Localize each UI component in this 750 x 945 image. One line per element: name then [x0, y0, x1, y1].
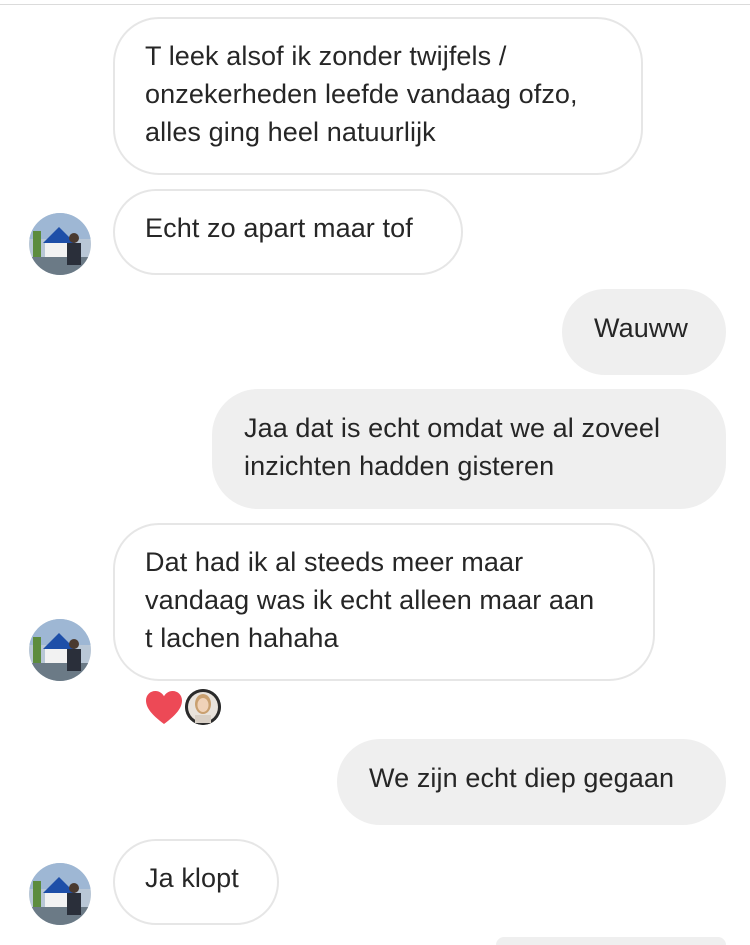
message-text-line: Ja klopt [145, 863, 239, 893]
contact-avatar[interactable] [29, 213, 91, 275]
outgoing-message-bubble-partial[interactable] [496, 937, 726, 945]
contact-photo-icon [29, 619, 91, 681]
message-text-line: Echt zo apart maar tof [145, 213, 413, 243]
message-text-line: vandaag was ik echt alleen maar aan [145, 585, 595, 615]
heart-reaction-icon [146, 691, 182, 724]
incoming-message-bubble[interactable]: T leek alsof ik zonder twijfels / onzeke… [113, 17, 643, 175]
reactor-photo-icon [185, 689, 221, 725]
top-divider [0, 4, 750, 5]
message-text-line: inzichten hadden gisteren [244, 451, 555, 481]
contact-avatar[interactable] [29, 863, 91, 925]
outgoing-message-bubble[interactable]: We zijn echt diep gegaan [337, 739, 726, 825]
message-text-line: We zijn echt diep gegaan [369, 763, 675, 793]
incoming-message-bubble[interactable]: Echt zo apart maar tof [113, 189, 463, 275]
contact-photo-icon [29, 213, 91, 275]
message-text-line: t lachen hahaha [145, 623, 339, 653]
message-text-line: alles ging heel natuurlijk [145, 117, 436, 147]
reactor-avatar[interactable] [185, 689, 221, 725]
message-text-line: Dat had ik al steeds meer maar [145, 547, 524, 577]
incoming-message-bubble[interactable]: Dat had ik al steeds meer maar vandaag w… [113, 523, 655, 681]
incoming-message-bubble[interactable]: Ja klopt [113, 839, 279, 925]
message-text-line: Jaa dat is echt omdat we al zoveel [244, 413, 661, 443]
outgoing-message-bubble[interactable]: Jaa dat is echt omdat we al zoveel inzic… [212, 389, 726, 509]
message-text-line: Wauww [594, 313, 689, 343]
message-text-line: T leek alsof ik zonder twijfels / [145, 41, 507, 71]
contact-avatar[interactable] [29, 619, 91, 681]
heart-icon[interactable] [145, 690, 183, 726]
outgoing-message-bubble[interactable]: Wauww [562, 289, 726, 375]
contact-photo-icon [29, 863, 91, 925]
message-text-line: onzekerheden leefde vandaag ofzo, [145, 79, 578, 109]
